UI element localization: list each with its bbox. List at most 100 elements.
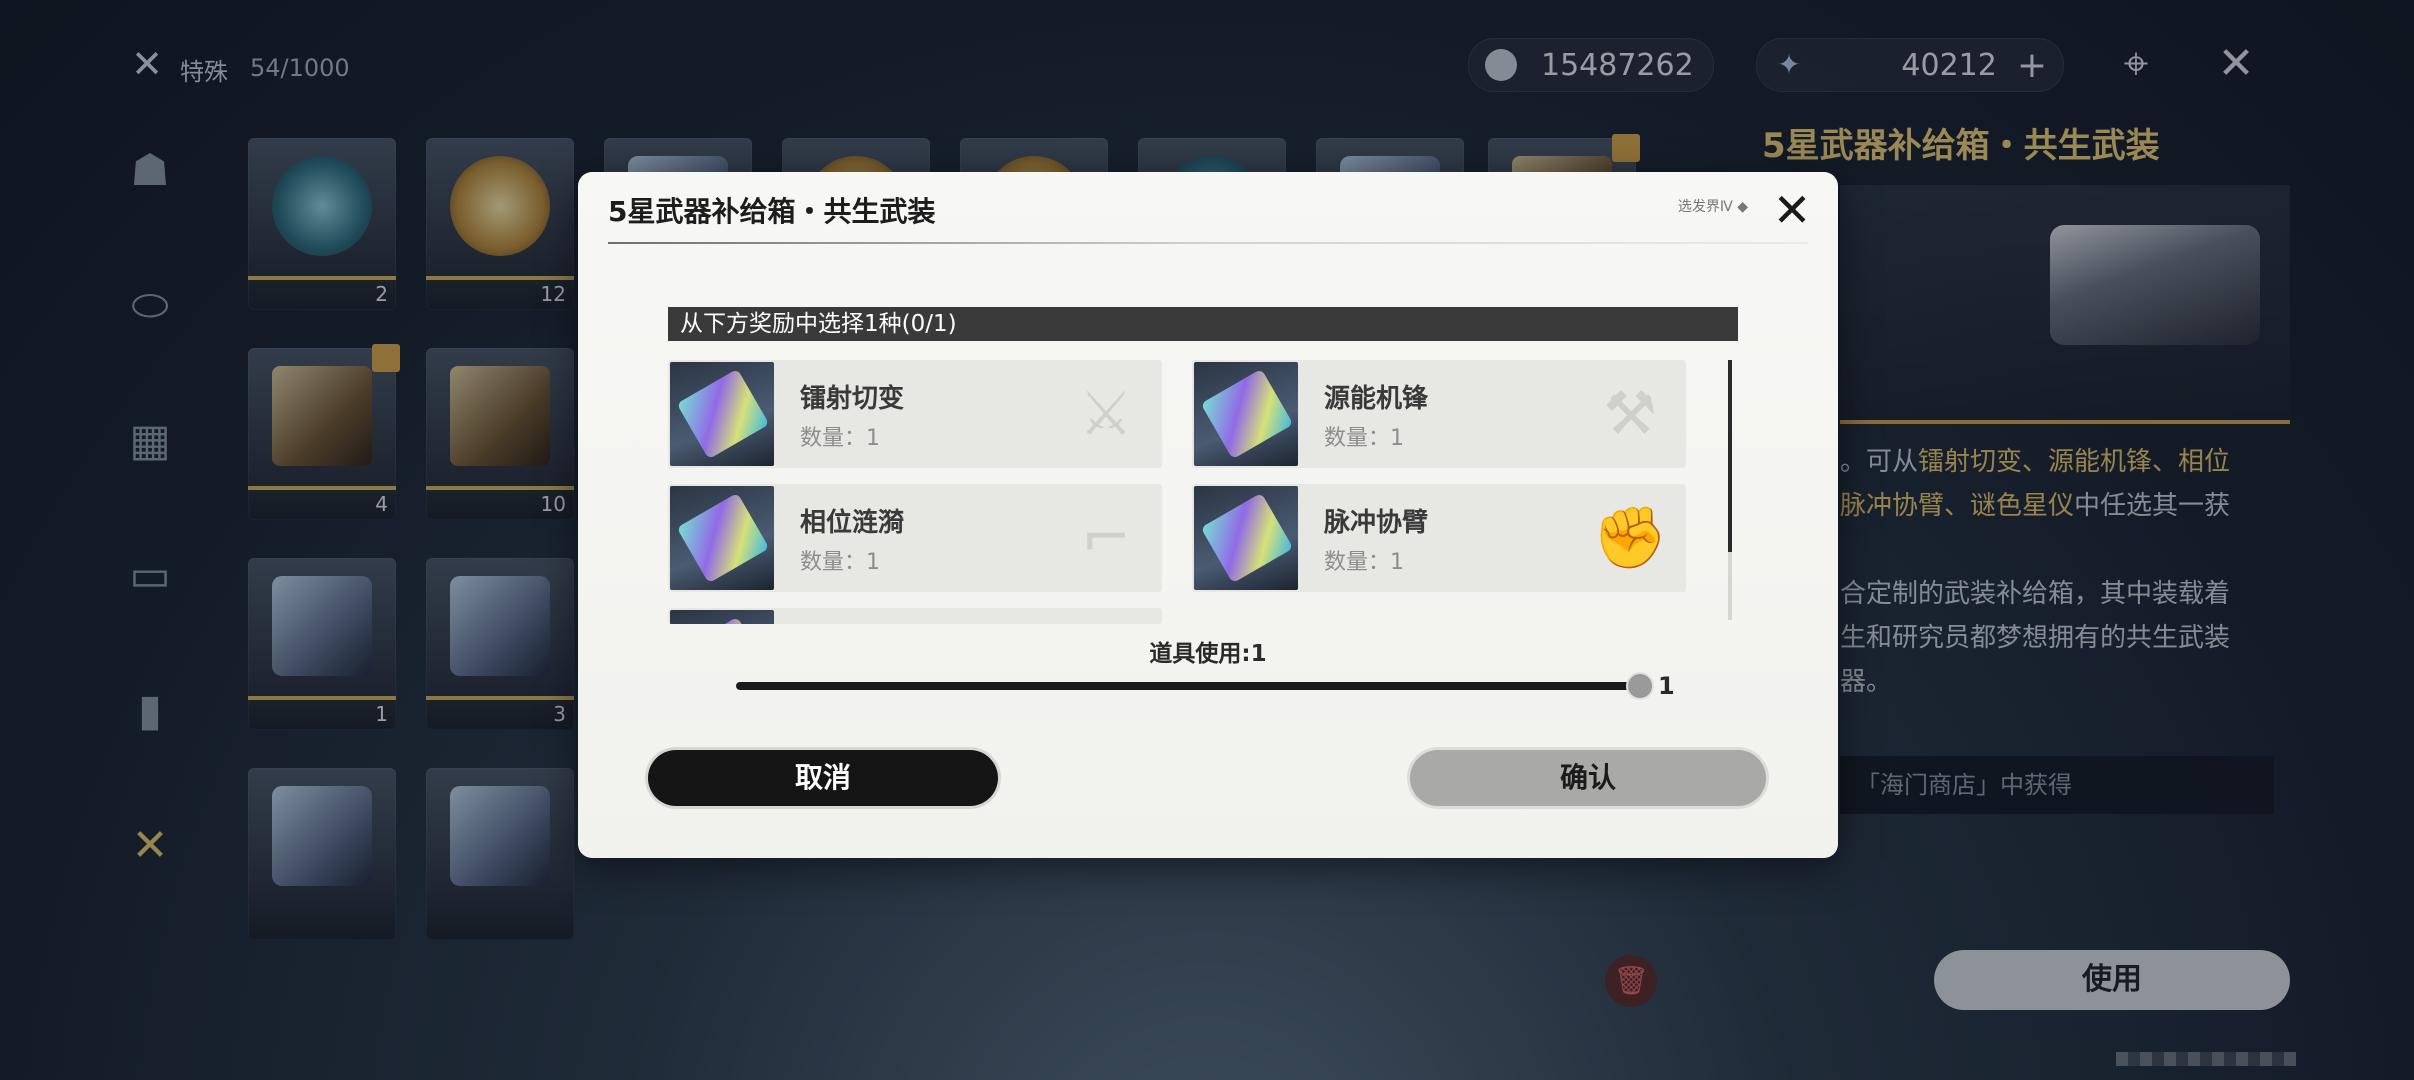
item-qty: 2	[375, 282, 388, 306]
item-figure-icon	[450, 786, 550, 886]
nav-mask-icon[interactable]: ☗	[110, 130, 190, 210]
trash-icon: 🗑	[1613, 964, 1649, 997]
category-emblem-icon: ✕	[131, 42, 163, 86]
detail-source: 「海门商店」中获得	[1840, 756, 2274, 814]
reward-option-partial[interactable]	[668, 608, 1162, 624]
reward-option[interactable]: 脉冲协臂 数量：1 ✊	[1192, 484, 1686, 592]
item-slot[interactable]: 12	[426, 138, 574, 310]
add-currency-button[interactable]: +	[2017, 45, 2047, 86]
reward-qty: 数量：1	[1324, 426, 1404, 451]
new-badge	[1612, 134, 1640, 162]
nav-module-icon[interactable]: ▦	[110, 400, 190, 480]
item-qty: 3	[553, 702, 566, 726]
item-mask-icon	[272, 786, 372, 886]
nav-chip-icon[interactable]: ⬭	[110, 265, 190, 345]
rarity-bar	[426, 486, 574, 490]
reward-option[interactable]: 镭射切变 数量：1 ⚔	[668, 360, 1162, 468]
rarity-bar	[426, 696, 574, 700]
item-qty: 1	[375, 702, 388, 726]
item-slot[interactable]: 1	[248, 558, 396, 730]
reward-name: 相位涟漪	[800, 508, 905, 538]
watermark	[2116, 1052, 2296, 1066]
nav-ticket-icon[interactable]: ▭	[110, 535, 190, 615]
nav-alert-icon[interactable]: ▮	[110, 670, 190, 750]
select-header: 从下方奖励中选择1种(0/1)	[668, 307, 1738, 341]
primary-currency-amount: 15487262	[1541, 47, 1694, 83]
item-feather-icon	[450, 576, 550, 676]
dialog-tag: 选发界Ⅳ ◆	[1677, 199, 1748, 215]
confirm-button[interactable]: 确认	[1410, 750, 1766, 806]
target-icon[interactable]: ⌖	[2108, 36, 2164, 92]
secondary-currency-amount: 40212	[1901, 47, 1997, 83]
reward-option[interactable]: 相位涟漪 数量：1 ⌐	[668, 484, 1162, 592]
discard-button[interactable]: 🗑	[1605, 955, 1657, 1007]
sword-icon: ⚔	[1079, 379, 1133, 449]
weapon-thumbnail	[1194, 486, 1298, 590]
weapon-thumbnail	[670, 362, 774, 466]
dialog-close-icon[interactable]: ✕	[1764, 182, 1820, 238]
weapon-thumbnail	[670, 486, 774, 590]
category-label: 特殊	[180, 58, 228, 86]
detail-desc-highlight: 脉冲协臂、谜色星仪	[1840, 491, 2075, 521]
rarity-bar	[248, 696, 396, 700]
detail-desc-highlight: 镭射切变、源能机锋、相位	[1918, 447, 2231, 477]
weapon-thumbnail	[1194, 362, 1298, 466]
detail-desc-prefix: 。可从	[1840, 447, 1919, 477]
use-button[interactable]: 使用	[1934, 950, 2290, 1010]
scrollbar-thumb[interactable]	[1728, 360, 1732, 552]
reward-qty: 数量：1	[800, 550, 880, 575]
item-orb-icon	[272, 156, 372, 256]
reward-qty: 数量：1	[1324, 550, 1404, 575]
detail-image	[1840, 185, 2290, 424]
nav-special-icon[interactable]: ✕	[110, 805, 190, 885]
detail-lore: 生和研究员都梦想拥有的共生武装	[1840, 623, 2231, 653]
supply-chest-icon	[2050, 225, 2260, 345]
item-card-icon	[272, 576, 372, 676]
secondary-currency: ✦ 40212 +	[1756, 38, 2064, 92]
reward-qty: 数量：1	[800, 426, 880, 451]
reward-list[interactable]: 镭射切变 数量：1 ⚔ 源能机锋 数量：1 ⚒ 相位涟漪 数量：1 ⌐ 脉冲协臂…	[668, 360, 1728, 798]
pistol-icon: ⌐	[1080, 503, 1132, 573]
reward-select-dialog: 5星武器补给箱・共生武装 选发界Ⅳ ◆ ✕ 从下方奖励中选择1种(0/1) 镭射…	[578, 172, 1838, 858]
coin-icon	[1485, 49, 1517, 81]
quantity-slider-track[interactable]	[736, 682, 1636, 690]
gauntlet-icon: ✊	[1592, 503, 1668, 573]
item-slot[interactable]: 2	[248, 138, 396, 310]
item-medal-icon	[450, 156, 550, 256]
rarity-bar	[426, 276, 574, 280]
item-chest-icon	[272, 366, 372, 466]
item-slot[interactable]	[426, 768, 574, 940]
detail-description: 。可从镭射切变、源能机锋、相位 脉冲协臂、谜色星仪中任选其一获 合定制的武装补给…	[1840, 440, 2280, 704]
use-count-label: 道具使用:1	[1149, 641, 1267, 667]
blade-icon: ⚒	[1603, 379, 1657, 449]
primary-currency: 15487262	[1468, 38, 1714, 92]
quantity-slider-value: 1	[1658, 672, 1675, 700]
quantity-slider-knob[interactable]	[1626, 672, 1654, 700]
rarity-bar	[248, 486, 396, 490]
item-slot[interactable]	[248, 768, 396, 940]
star-gem-icon: ✦	[1777, 48, 1801, 81]
reward-name: 源能机锋	[1324, 384, 1429, 414]
detail-title: 5星武器补给箱・共生武装	[1762, 126, 2160, 166]
weapon-thumbnail	[670, 610, 774, 624]
reward-option[interactable]: 源能机锋 数量：1 ⚒	[1192, 360, 1686, 468]
list-scrollbar[interactable]	[1728, 360, 1732, 620]
detail-desc-suffix: 中任选其一获	[2074, 491, 2231, 521]
rarity-bar	[248, 276, 396, 280]
reward-name: 镭射切变	[800, 384, 905, 414]
category-sidebar: ☗ ⬭ ▦ ▭ ▮ ✕	[110, 130, 190, 940]
detail-lore: 合定制的武装补给箱，其中装载着	[1840, 579, 2231, 609]
category-count: 54/1000	[250, 54, 350, 82]
item-slot[interactable]: 10	[426, 348, 574, 520]
item-qty: 10	[540, 492, 566, 516]
new-badge	[372, 344, 400, 372]
reward-name: 脉冲协臂	[1324, 508, 1429, 538]
item-qty: 4	[375, 492, 388, 516]
title-divider	[608, 242, 1808, 244]
close-icon[interactable]: ✕	[2208, 36, 2264, 92]
item-slot[interactable]: 4	[248, 344, 400, 520]
item-qty: 12	[540, 282, 566, 306]
cancel-button[interactable]: 取消	[648, 750, 998, 806]
item-slot[interactable]: 3	[426, 558, 574, 730]
detail-lore: 器。	[1840, 667, 1893, 697]
